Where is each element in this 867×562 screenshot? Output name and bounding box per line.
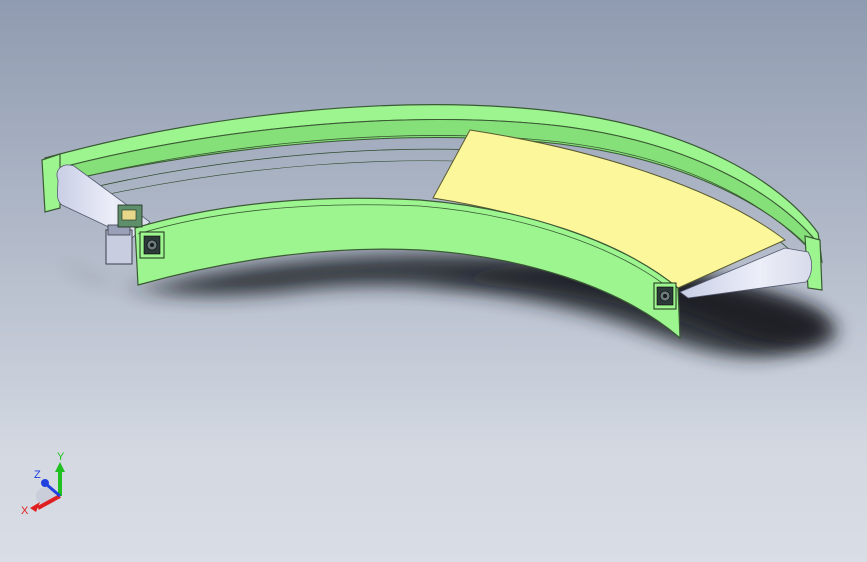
graphics-viewport[interactable]: Y Z X — [0, 0, 867, 562]
curved-conveyor-model[interactable] — [0, 0, 867, 562]
left-bearing-block — [139, 231, 165, 259]
triad-x-label: X — [21, 505, 29, 517]
triad-y-label: Y — [57, 451, 65, 463]
triad-z-label: Z — [34, 469, 41, 481]
triad-z-arrow-icon — [41, 479, 49, 487]
coordinate-triad[interactable]: Y Z X — [18, 448, 78, 518]
triad-y-arrow-icon — [55, 462, 65, 472]
left-end-bracket — [41, 153, 61, 213]
right-bearing-block — [653, 282, 677, 310]
